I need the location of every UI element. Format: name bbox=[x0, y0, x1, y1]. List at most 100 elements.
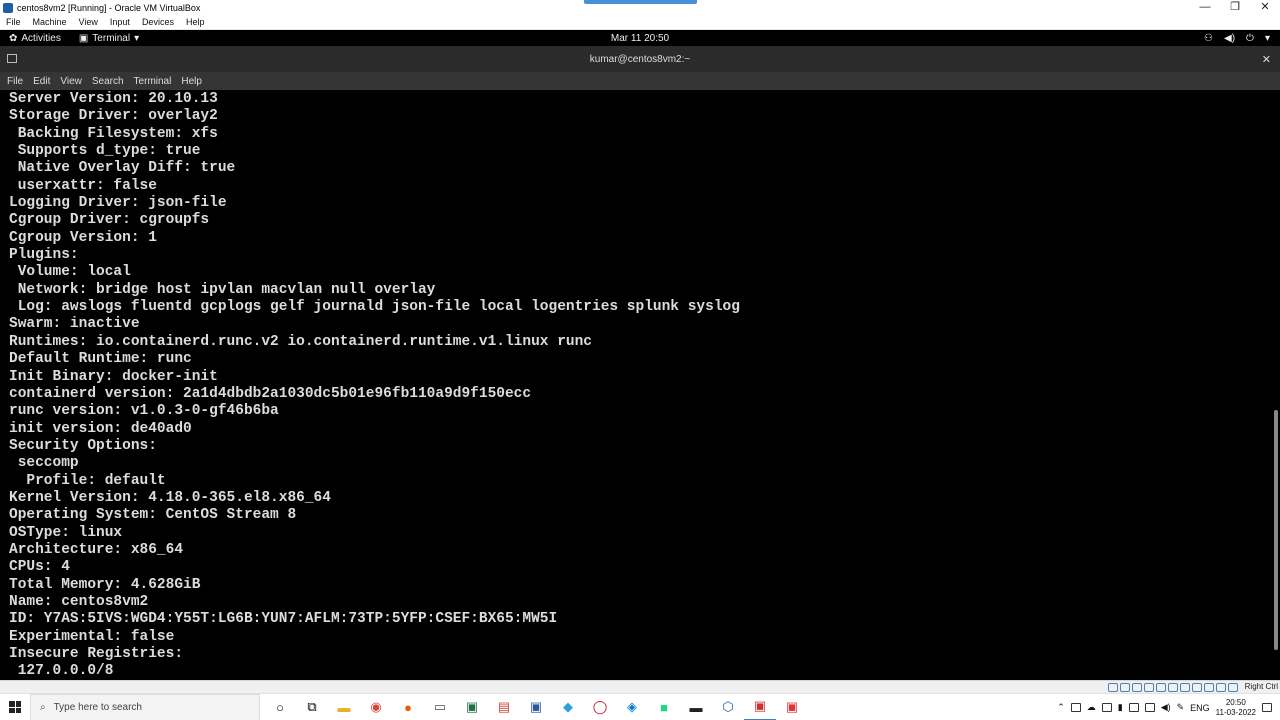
gnome-clock[interactable]: Mar 11 20:50 bbox=[0, 33, 1280, 44]
app-menu-label: Terminal bbox=[92, 32, 131, 44]
mouse-integration-icon[interactable] bbox=[1216, 683, 1226, 692]
virtualbox-statusbar: Right Ctrl bbox=[0, 680, 1280, 693]
firefox-icon[interactable]: ● bbox=[392, 694, 424, 720]
terminal-menu-help[interactable]: Help bbox=[176, 76, 207, 87]
menu-input[interactable]: Input bbox=[104, 17, 136, 27]
start-button[interactable] bbox=[0, 694, 30, 720]
snipping-icon[interactable]: ▤ bbox=[488, 694, 520, 720]
terminal-line: Operating System: CentOS Stream 8 bbox=[9, 507, 297, 524]
terminal-line: Volume: local bbox=[9, 264, 131, 281]
terminal-line: userxattr: false bbox=[9, 177, 157, 194]
onedrive-icon[interactable]: ☁ bbox=[1087, 702, 1096, 713]
keyboard-icon[interactable] bbox=[1228, 683, 1238, 692]
tray-app-icon[interactable] bbox=[1101, 703, 1112, 712]
terminal-line: Total Memory: 4.628GiB bbox=[9, 576, 201, 593]
terminal-line: OSType: linux bbox=[9, 524, 123, 541]
terminal-line: Cgroup Driver: cgroupfs bbox=[9, 212, 210, 229]
display-icon[interactable] bbox=[1180, 683, 1190, 692]
windows-taskbar: ⌕ Type here to search ○ ⧉ ▬ ◉ ● ▭ ▣ ▤ ▣ … bbox=[0, 693, 1280, 720]
close-button[interactable]: ✕ bbox=[1250, 0, 1280, 15]
chevron-up-icon[interactable]: ⌃ bbox=[1057, 702, 1065, 713]
virtualbox-icon bbox=[3, 2, 13, 13]
terminal-line: init version: de40ad0 bbox=[9, 420, 192, 437]
network-icon: ⚇ bbox=[1204, 32, 1214, 44]
taskbar-apps: ○ ⧉ ▬ ◉ ● ▭ ▣ ▤ ▣ ◆ ◯ ◈ ■ ▬ ⬡ ▣ ▣ bbox=[264, 694, 808, 720]
usb-icon[interactable] bbox=[1156, 683, 1166, 692]
cpu-icon[interactable] bbox=[1204, 683, 1214, 692]
terminal-menu-file[interactable]: File bbox=[0, 76, 28, 87]
terminal-line: Backing Filesystem: xfs bbox=[9, 125, 218, 142]
terminal-line: Runtimes: io.containerd.runc.v2 io.conta… bbox=[9, 333, 592, 350]
pycharm-icon[interactable]: ■ bbox=[648, 694, 680, 720]
menu-devices[interactable]: Devices bbox=[136, 17, 180, 27]
system-status-area[interactable]: ⚇ ◀) ⏻ ▾ bbox=[1204, 33, 1270, 44]
terminal-line: Logging Driver: json-file bbox=[9, 195, 227, 212]
volume-icon: ◀) bbox=[1224, 32, 1236, 44]
terminal-output[interactable]: Server Version: 20.10.13 Storage Driver: … bbox=[0, 90, 1280, 680]
terminal-title: kumar@centos8vm2:~ bbox=[589, 53, 691, 65]
word-icon[interactable]: ▣ bbox=[520, 694, 552, 720]
volume-icon[interactable]: ◀) bbox=[1161, 702, 1171, 713]
tray-app-icon[interactable] bbox=[1128, 703, 1139, 712]
terminal-line: Insecure Registries: bbox=[9, 646, 184, 662]
terminal-menu-search[interactable]: Search bbox=[87, 76, 129, 87]
wifi-icon[interactable] bbox=[1144, 703, 1155, 712]
app-menu-button[interactable]: ▣ Terminal ▾ bbox=[79, 33, 139, 44]
optical-drive-icon[interactable] bbox=[1120, 683, 1130, 692]
restore-button[interactable]: ❐ bbox=[1220, 0, 1250, 15]
chevron-down-icon: ▾ bbox=[1264, 32, 1270, 44]
vm-device-icons bbox=[1108, 683, 1238, 692]
terminal-line: Default Runtime: runc bbox=[9, 351, 192, 368]
taskbar-time: 20:50 bbox=[1225, 697, 1246, 707]
terminal-line: Architecture: x86_64 bbox=[9, 541, 184, 558]
terminal-menu-terminal[interactable]: Terminal bbox=[129, 76, 177, 87]
cortana-icon[interactable]: ○ bbox=[264, 694, 296, 720]
windows-logo-icon bbox=[9, 701, 21, 713]
file-explorer-icon[interactable]: ▬ bbox=[328, 694, 360, 720]
activities-label: Activities bbox=[21, 32, 61, 44]
taskbar-clock[interactable]: 20:50 11-03-2022 bbox=[1216, 698, 1256, 718]
task-view-icon[interactable]: ⧉ bbox=[296, 694, 328, 720]
terminal-line: Supports d_type: true bbox=[9, 143, 201, 160]
network-adapter-icon[interactable] bbox=[1144, 683, 1154, 692]
terminal-line: Log: awslogs fluentd gcplogs gelf journa… bbox=[9, 299, 740, 316]
menu-help[interactable]: Help bbox=[180, 17, 211, 27]
terminal-menu-view[interactable]: View bbox=[55, 76, 87, 87]
notification-icon[interactable] bbox=[1262, 703, 1272, 712]
taskbar-search-box[interactable]: ⌕ Type here to search bbox=[30, 693, 260, 720]
virtualbox-icon[interactable]: ⬡ bbox=[712, 694, 744, 720]
window-title: centos8vm2 [Running] - Oracle VM Virtual… bbox=[17, 2, 201, 13]
terminal-scrollbar[interactable] bbox=[1274, 410, 1278, 650]
shared-folder-icon[interactable] bbox=[1168, 683, 1178, 692]
pen-icon[interactable]: ✎ bbox=[1177, 702, 1185, 713]
virtualbox-vm-icon[interactable]: ▣ bbox=[744, 694, 776, 720]
terminal-close-button[interactable]: ✕ bbox=[1262, 53, 1271, 66]
microphone-icon[interactable]: ▮ bbox=[1118, 702, 1123, 713]
recording-icon[interactable] bbox=[1192, 683, 1202, 692]
terminal-text: Server Version: 20.10.13 Storage Driver: … bbox=[9, 91, 740, 680]
tray-app-icon[interactable] bbox=[1070, 703, 1081, 712]
menu-machine[interactable]: Machine bbox=[27, 17, 73, 27]
activities-button[interactable]: ✿ Activities bbox=[9, 33, 61, 44]
chevron-down-icon: ▾ bbox=[134, 32, 140, 44]
terminal-menu-edit[interactable]: Edit bbox=[28, 76, 55, 87]
hdd-icon[interactable] bbox=[1108, 683, 1118, 692]
menu-view[interactable]: View bbox=[73, 17, 104, 27]
minimize-button[interactable]: — bbox=[1190, 0, 1220, 15]
terminal-headerbar: kumar@centos8vm2:~ ✕ bbox=[0, 46, 1280, 72]
menu-file[interactable]: File bbox=[0, 17, 27, 27]
audio-icon[interactable] bbox=[1132, 683, 1142, 692]
virtualbox-menubar: File Machine View Input Devices Help bbox=[0, 15, 1280, 30]
terminal-line: Init Binary: docker-init bbox=[9, 368, 218, 385]
new-tab-icon[interactable] bbox=[7, 54, 17, 63]
telegram-icon[interactable]: ◆ bbox=[552, 694, 584, 720]
terminal-icon[interactable]: ▬ bbox=[680, 694, 712, 720]
app-icon[interactable]: ▣ bbox=[776, 694, 808, 720]
opera-icon[interactable]: ◯ bbox=[584, 694, 616, 720]
mail-icon[interactable]: ▭ bbox=[424, 694, 456, 720]
language-indicator[interactable]: ENG bbox=[1190, 703, 1210, 713]
vscode-icon[interactable]: ◈ bbox=[616, 694, 648, 720]
excel-icon[interactable]: ▣ bbox=[456, 694, 488, 720]
chrome-icon[interactable]: ◉ bbox=[360, 694, 392, 720]
gnome-foot-icon: ✿ bbox=[9, 32, 18, 44]
